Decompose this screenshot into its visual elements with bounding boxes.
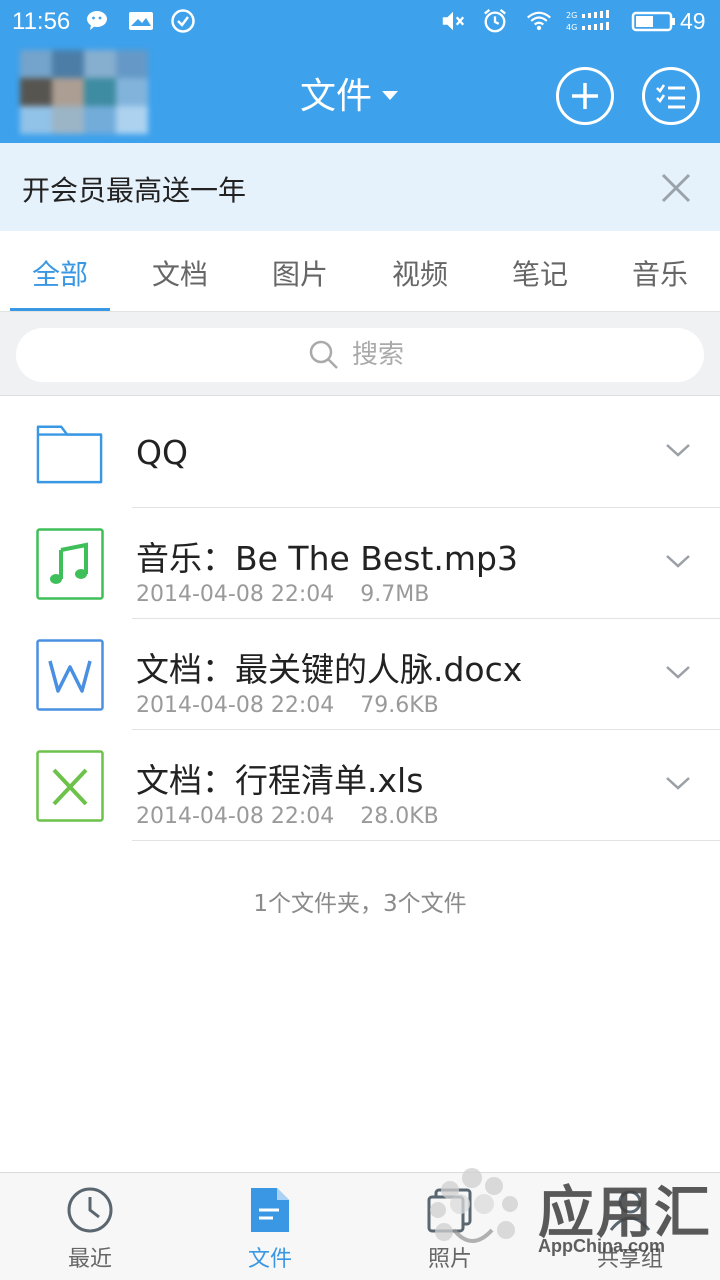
signal-icon: 2G 4G	[566, 8, 616, 34]
file-meta: 2014-04-08 22:04 9.7MB	[136, 582, 429, 607]
watermark-subtext: AppChina.com	[538, 1236, 666, 1256]
search-icon	[309, 340, 338, 369]
wifi-icon	[526, 8, 552, 34]
list-item[interactable]: 文档：最关键的人脉.docx 2014-04-08 22:04 79.6KB	[0, 619, 720, 730]
active-tab-indicator	[10, 308, 110, 311]
mute-icon	[440, 8, 466, 34]
page-title-dropdown[interactable]: 文件	[300, 68, 399, 118]
nav-recent[interactable]: 最近	[30, 1185, 150, 1273]
nav-files[interactable]: 文件	[210, 1185, 330, 1273]
promo-text: 开会员最高送一年	[22, 174, 247, 207]
check-circle-icon	[170, 8, 196, 34]
search-bar[interactable]	[16, 328, 704, 382]
list-item[interactable]: QQ	[0, 397, 720, 508]
file-date: 2014-04-08 22:04	[136, 693, 335, 718]
search-input[interactable]	[352, 340, 412, 370]
battery-icon	[630, 8, 678, 34]
alarm-icon	[482, 8, 508, 34]
watermark-logo-icon	[430, 1168, 518, 1243]
search-area	[0, 312, 720, 396]
file-meta: 2014-04-08 22:04 28.0KB	[136, 804, 439, 829]
avatar[interactable]	[20, 50, 148, 134]
music-note-icon	[36, 528, 104, 600]
category-tabs: 全部 文档 图片 视频 笔记 音乐	[0, 231, 720, 312]
add-button[interactable]	[556, 67, 614, 125]
folder-icon	[36, 417, 104, 489]
plus-icon	[572, 83, 598, 109]
battery-level: 49	[680, 8, 706, 34]
wechat-icon	[86, 8, 112, 34]
file-name: 音乐：Be The Best.mp3	[136, 539, 518, 578]
svg-text:4G: 4G	[566, 23, 577, 32]
list-item[interactable]: 音乐：Be The Best.mp3 2014-04-08 22:04 9.7MB	[0, 508, 720, 619]
file-name: 文档：行程清单.xls	[136, 761, 424, 800]
chevron-down-icon[interactable]	[664, 552, 692, 574]
status-time: 11:56	[12, 8, 71, 35]
nav-label: 文件	[247, 1247, 292, 1272]
file-date: 2014-04-08 22:04	[136, 804, 335, 829]
promo-banner[interactable]: 开会员最高送一年	[0, 143, 720, 231]
excel-sheet-icon	[36, 750, 104, 822]
tab-videos[interactable]: 视频	[360, 253, 480, 293]
tab-all[interactable]: 全部	[0, 253, 120, 293]
file-size: 28.0KB	[360, 804, 439, 829]
tab-documents[interactable]: 文档	[120, 253, 240, 293]
word-doc-icon	[36, 639, 104, 711]
chevron-down-icon[interactable]	[664, 774, 692, 796]
tab-music[interactable]: 音乐	[600, 253, 720, 293]
tab-images[interactable]: 图片	[240, 253, 360, 293]
file-list: QQ 音乐：Be The Best.mp3 2014-04-08 22:04 9.…	[0, 397, 720, 841]
close-icon	[661, 173, 691, 203]
chevron-down-icon[interactable]	[664, 663, 692, 685]
file-icon	[245, 1185, 295, 1235]
file-size: 9.7MB	[360, 582, 430, 607]
file-meta: 2014-04-08 22:04 79.6KB	[136, 693, 439, 718]
divider	[132, 840, 720, 841]
status-bar: 11:56 2G 4G 49	[0, 0, 720, 44]
page-title: 文件	[300, 76, 373, 117]
file-name: 文档：最关键的人脉.docx	[136, 650, 523, 689]
list-item[interactable]: 文档：行程清单.xls 2014-04-08 22:04 28.0KB	[0, 730, 720, 841]
chevron-down-icon	[382, 90, 399, 100]
nav-label: 最近	[67, 1247, 112, 1272]
multi-select-icon	[656, 84, 685, 109]
message-icon	[128, 8, 154, 34]
file-date: 2014-04-08 22:04	[136, 582, 335, 607]
promo-close-button[interactable]	[658, 170, 694, 210]
chevron-down-icon[interactable]	[664, 441, 692, 463]
svg-text:2G: 2G	[566, 11, 577, 20]
file-count-summary: 1个文件夹，3个文件	[253, 891, 467, 917]
top-header: 11:56 2G 4G 49 文件	[0, 0, 720, 143]
tab-notes[interactable]: 笔记	[480, 253, 600, 293]
clock-icon	[65, 1185, 115, 1235]
file-size: 79.6KB	[360, 693, 439, 718]
file-name: QQ	[136, 433, 188, 472]
appchina-watermark: 应用汇 AppChina.com	[420, 1160, 720, 1270]
multi-select-button[interactable]	[642, 67, 700, 125]
